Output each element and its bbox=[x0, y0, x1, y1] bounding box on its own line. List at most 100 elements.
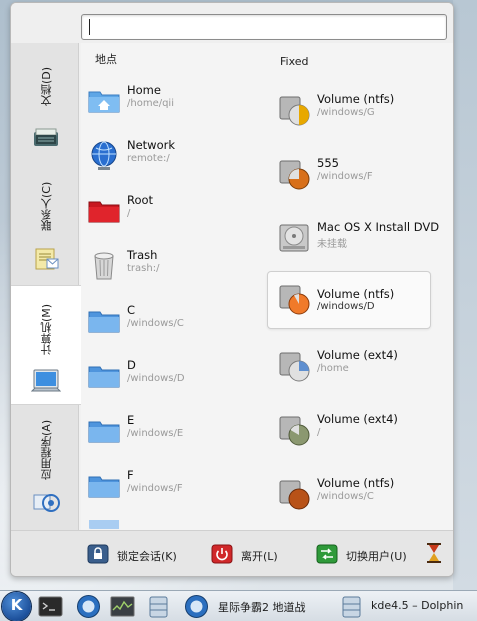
documents-icon bbox=[31, 123, 61, 153]
hard-disk-icon bbox=[277, 221, 311, 255]
drive-home-path: /home bbox=[317, 363, 349, 374]
kde-logo-icon: K bbox=[10, 596, 23, 614]
browser-globe-icon bbox=[184, 594, 209, 619]
drive-d-title: Volume (ntfs) bbox=[317, 287, 395, 301]
drive-g[interactable]: Volume (ntfs) /windows/G bbox=[277, 87, 441, 137]
place-e[interactable]: E /windows/E bbox=[87, 408, 267, 458]
tab-documents-label: 文档(D) bbox=[40, 66, 53, 106]
place-home-path: /home/qii bbox=[127, 98, 174, 109]
place-trash[interactable]: Trash trash:/ bbox=[87, 243, 267, 293]
root-folder-icon bbox=[87, 194, 121, 228]
drive-usage-icon bbox=[277, 157, 311, 191]
drive-g-title: Volume (ntfs) bbox=[317, 92, 395, 106]
folder-icon bbox=[87, 517, 121, 529]
lock-session-label: 锁定会话(K) bbox=[117, 550, 177, 563]
place-d-title: D bbox=[127, 358, 136, 372]
drive-root-path: / bbox=[317, 427, 321, 438]
applications-icon bbox=[31, 487, 61, 517]
place-root-title: Root bbox=[127, 193, 154, 207]
tab-contacts[interactable]: 联系人(C) bbox=[11, 163, 79, 283]
network-globe-icon bbox=[87, 139, 121, 173]
place-e-title: E bbox=[127, 413, 135, 427]
drive-c-title: Volume (ntfs) bbox=[317, 476, 395, 490]
place-trash-title: Trash bbox=[127, 248, 158, 262]
drive-root-title: Volume (ext4) bbox=[317, 412, 398, 426]
leave-button[interactable]: 离开(L) bbox=[211, 539, 301, 569]
switch-user-button[interactable]: 切换用户(U) bbox=[316, 539, 416, 569]
folder-icon bbox=[87, 469, 121, 503]
computer-icon bbox=[30, 366, 62, 396]
drive-macosx-dvd-title: Mac OS X Install DVD bbox=[317, 220, 440, 234]
place-f-title: F bbox=[127, 468, 134, 482]
browser-globe-icon bbox=[76, 594, 101, 619]
drive-macosx-dvd-status: 未挂载 bbox=[317, 239, 347, 250]
session-actions-bar: 锁定会话(K) 离开(L) 切换用户(U) bbox=[11, 530, 453, 576]
browser-launcher[interactable] bbox=[76, 594, 102, 619]
drive-c[interactable]: Volume (ntfs) /windows/C bbox=[277, 471, 441, 521]
drive-c-path: /windows/C bbox=[317, 491, 374, 502]
task-dolphin-label: kde4.5 – Dolphin bbox=[371, 599, 464, 612]
drive-usage-icon bbox=[277, 282, 311, 316]
place-partial-next bbox=[87, 517, 207, 529]
system-monitor-launcher[interactable] bbox=[110, 594, 136, 619]
search-bar bbox=[11, 3, 453, 43]
terminal-launcher[interactable] bbox=[38, 594, 64, 619]
drive-555[interactable]: 555 /windows/F bbox=[277, 151, 441, 201]
task-dolphin-window[interactable]: kde4.5 – Dolphin bbox=[339, 594, 477, 619]
folder-icon bbox=[87, 359, 121, 393]
place-c[interactable]: C /windows/C bbox=[87, 298, 267, 348]
drive-555-title: 555 bbox=[317, 156, 339, 170]
place-root-path: / bbox=[127, 208, 131, 219]
place-network-path: remote:/ bbox=[127, 153, 170, 164]
tab-documents[interactable]: 文档(D) bbox=[11, 43, 79, 163]
database-icon bbox=[146, 594, 171, 619]
place-d-path: /windows/D bbox=[127, 373, 185, 384]
drive-home[interactable]: Volume (ext4) /home bbox=[277, 343, 441, 393]
places-panel: 地点 Fixed Home /home/qii Network remote:/… bbox=[81, 43, 453, 530]
folder-icon bbox=[87, 304, 121, 338]
place-network-title: Network bbox=[127, 138, 176, 152]
drive-usage-icon bbox=[277, 93, 311, 127]
contacts-icon bbox=[31, 243, 61, 273]
dolphin-icon bbox=[339, 594, 364, 619]
tab-applications[interactable]: 应用程序(A) bbox=[11, 407, 79, 527]
tab-computer[interactable]: 计算机(M) bbox=[11, 285, 81, 405]
menu-tab-strip: 文档(D) 联系人(C) 计算机(M) 应用程序(A) bbox=[11, 43, 81, 530]
place-root[interactable]: Root / bbox=[87, 188, 267, 238]
place-home[interactable]: Home /home/qii bbox=[87, 78, 267, 128]
storage-launcher[interactable] bbox=[146, 594, 172, 619]
place-trash-path: trash:/ bbox=[127, 263, 160, 274]
drive-d-path: /windows/D bbox=[317, 301, 375, 312]
place-d[interactable]: D /windows/D bbox=[87, 353, 267, 403]
folder-icon bbox=[87, 414, 121, 448]
lock-session-button[interactable]: 锁定会话(K) bbox=[87, 539, 197, 569]
place-c-path: /windows/C bbox=[127, 318, 184, 329]
places-left-header: 地点 bbox=[95, 53, 117, 66]
place-f[interactable]: F /windows/F bbox=[87, 463, 267, 513]
switch-user-icon bbox=[316, 543, 338, 565]
task-starcraft-window[interactable]: 星际争霸2 地道战 bbox=[184, 594, 334, 619]
search-input[interactable] bbox=[81, 14, 447, 40]
place-c-title: C bbox=[127, 303, 136, 317]
switch-user-label: 切换用户(U) bbox=[346, 550, 407, 563]
tab-computer-label: 计算机(M) bbox=[40, 303, 53, 355]
place-e-path: /windows/E bbox=[127, 428, 184, 439]
drive-root[interactable]: Volume (ext4) / bbox=[277, 407, 441, 457]
power-icon bbox=[211, 543, 233, 565]
trash-icon bbox=[87, 249, 121, 283]
place-home-title: Home bbox=[127, 83, 161, 97]
drive-555-path: /windows/F bbox=[317, 171, 373, 182]
place-network[interactable]: Network remote:/ bbox=[87, 133, 267, 183]
place-f-path: /windows/F bbox=[127, 483, 183, 494]
drive-d[interactable]: Volume (ntfs) /windows/D bbox=[267, 271, 431, 329]
hourglass-icon bbox=[425, 542, 443, 564]
drive-usage-icon bbox=[277, 413, 311, 447]
kickoff-menu: 文档(D) 联系人(C) 计算机(M) 应用程序(A) 地点 Fixed Hom… bbox=[10, 2, 454, 577]
drive-usage-icon bbox=[277, 477, 311, 511]
kde-menu-button[interactable]: K bbox=[2, 592, 31, 621]
drive-g-path: /windows/G bbox=[317, 107, 375, 118]
places-right-header: Fixed bbox=[280, 55, 309, 68]
taskbar: K 星际争霸2 地道战 kde4.5 – Dolphin bbox=[0, 590, 477, 621]
leave-label: 离开(L) bbox=[241, 550, 278, 563]
drive-macosx-dvd[interactable]: Mac OS X Install DVD 未挂载 bbox=[277, 215, 453, 265]
